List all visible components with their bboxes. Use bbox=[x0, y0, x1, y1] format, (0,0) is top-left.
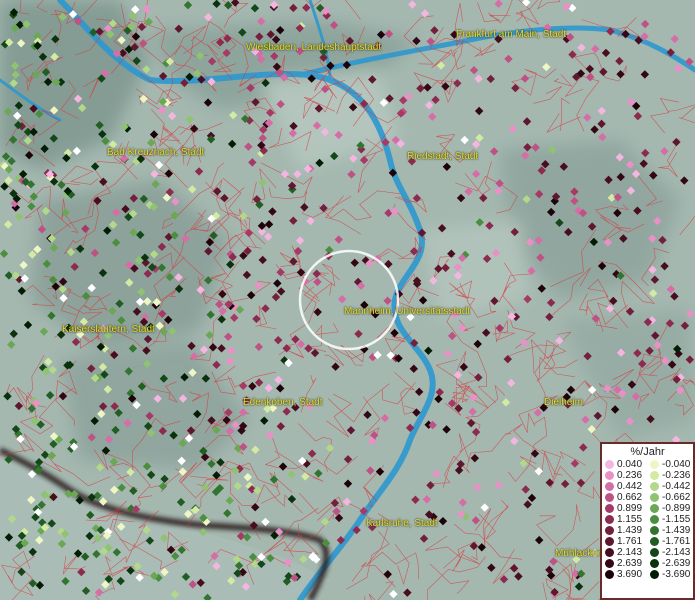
place-label-riedstadt: Riedstadt, Stadt bbox=[407, 151, 479, 162]
legend-panel: %/Jahr 0.040 -0.040 0.236 -0.236 0.442 -0.442… bbox=[600, 442, 695, 600]
legend-row: 0.236 -0.236 bbox=[602, 470, 693, 481]
place-label-kaiserslautern: Kaiserslautern, Stadt bbox=[62, 324, 155, 335]
legend-label: -0.899 bbox=[662, 503, 691, 514]
legend-label: -0.442 bbox=[662, 481, 691, 492]
legend-swatch bbox=[605, 570, 614, 579]
legend-swatch bbox=[605, 548, 614, 557]
legend-entry: -0.899 bbox=[647, 503, 692, 514]
legend-entry: -0.040 bbox=[647, 459, 692, 470]
legend-entry: -1.439 bbox=[647, 525, 692, 536]
legend-swatch bbox=[650, 548, 659, 557]
legend-swatch bbox=[650, 493, 659, 502]
legend-label: -1.761 bbox=[662, 536, 691, 547]
legend-row: 0.442 -0.442 bbox=[602, 481, 693, 492]
legend-entry: 0.442 bbox=[602, 481, 647, 492]
legend-entry: -0.236 bbox=[647, 470, 692, 481]
legend-entry: 2.639 bbox=[602, 558, 647, 569]
legend-swatch bbox=[605, 559, 614, 568]
place-label-mannheim: Mannheim, Universitätsstadt bbox=[344, 306, 471, 317]
legend-entry: 0.236 bbox=[602, 470, 647, 481]
legend-swatch bbox=[605, 526, 614, 535]
legend-label: -3.690 bbox=[662, 569, 691, 580]
legend-label: 0.899 bbox=[617, 503, 643, 514]
legend-label: -1.155 bbox=[662, 514, 691, 525]
legend-entry: 0.662 bbox=[602, 492, 647, 503]
legend-entry: -1.155 bbox=[647, 514, 692, 525]
place-label-dielheim: Dielheim bbox=[544, 397, 583, 408]
legend-entry: -0.662 bbox=[647, 492, 692, 503]
legend-swatch bbox=[650, 471, 659, 480]
legend-swatch bbox=[650, 526, 659, 535]
legend-row: 0.040 -0.040 bbox=[602, 459, 693, 470]
legend-entry: -2.143 bbox=[647, 547, 692, 558]
legend-label: -0.236 bbox=[662, 470, 691, 481]
legend-swatch bbox=[605, 537, 614, 546]
legend-entry: 1.155 bbox=[602, 514, 647, 525]
legend-label: 0.236 bbox=[617, 470, 643, 481]
legend-label: -0.662 bbox=[662, 492, 691, 503]
legend-swatch bbox=[650, 482, 659, 491]
legend-label: -0.040 bbox=[662, 459, 691, 470]
legend-label: 1.439 bbox=[617, 525, 643, 536]
legend-row: 2.639 -2.639 bbox=[602, 558, 693, 569]
legend-swatch bbox=[650, 537, 659, 546]
legend-entry: -0.442 bbox=[647, 481, 692, 492]
place-label-muehlacker: Mühlacker bbox=[555, 548, 602, 559]
legend-label: 1.761 bbox=[617, 536, 643, 547]
legend-label: 0.040 bbox=[617, 459, 643, 470]
legend-title: %/Jahr bbox=[630, 446, 665, 458]
legend-swatch bbox=[650, 570, 659, 579]
legend-swatch bbox=[605, 504, 614, 513]
legend-entry: -3.690 bbox=[647, 569, 692, 580]
legend-label: 2.143 bbox=[617, 547, 643, 558]
place-label-edenkoben: Edenkoben, Stadt bbox=[243, 397, 323, 408]
legend-swatch bbox=[605, 471, 614, 480]
map-canvas[interactable] bbox=[0, 0, 695, 600]
legend-swatch bbox=[650, 504, 659, 513]
legend-row: 0.662 -0.662 bbox=[602, 492, 693, 503]
legend-label: -1.439 bbox=[662, 525, 691, 536]
legend-row: 2.143 -2.143 bbox=[602, 547, 693, 558]
legend-row: 1.155 -1.155 bbox=[602, 514, 693, 525]
legend-entry: -2.639 bbox=[647, 558, 692, 569]
legend-label: 0.662 bbox=[617, 492, 643, 503]
legend-row: 0.899 -0.899 bbox=[602, 503, 693, 514]
legend-label: -2.639 bbox=[662, 558, 691, 569]
legend-swatch bbox=[650, 559, 659, 568]
place-label-frankfurt: Frankfurt am Main, Stadt bbox=[456, 29, 567, 40]
legend-label: -2.143 bbox=[662, 547, 691, 558]
legend-swatch bbox=[605, 460, 614, 469]
place-label-karlsruhe: Karlsruhe, Stadt bbox=[366, 518, 438, 529]
legend-swatch bbox=[605, 482, 614, 491]
legend-entry: 1.761 bbox=[602, 536, 647, 547]
legend-row: 1.439 -1.439 bbox=[602, 525, 693, 536]
legend-label: 0.442 bbox=[617, 481, 643, 492]
legend-label: 3.690 bbox=[617, 569, 643, 580]
legend-entry: 0.899 bbox=[602, 503, 647, 514]
legend-rows: 0.040 -0.040 0.236 -0.236 0.442 -0.442 0.662 -0… bbox=[602, 459, 693, 580]
legend-entry: 1.439 bbox=[602, 525, 647, 536]
legend-entry: -1.761 bbox=[647, 536, 692, 547]
legend-swatch bbox=[650, 515, 659, 524]
legend-label: 1.155 bbox=[617, 514, 643, 525]
legend-swatch bbox=[650, 460, 659, 469]
legend-row: 1.761 -1.761 bbox=[602, 536, 693, 547]
legend-swatch bbox=[605, 515, 614, 524]
place-label-bad-kreuznach: Bad Kreuznach, Stadt bbox=[107, 147, 205, 158]
legend-swatch bbox=[605, 493, 614, 502]
legend-row: 3.690 -3.690 bbox=[602, 569, 693, 580]
legend-entry: 0.040 bbox=[602, 459, 647, 470]
legend-label: 2.639 bbox=[617, 558, 643, 569]
legend-entry: 3.690 bbox=[602, 569, 647, 580]
place-label-wiesbaden: Wiesbaden, Landeshauptstadt bbox=[246, 42, 382, 53]
legend-entry: 2.143 bbox=[602, 547, 647, 558]
